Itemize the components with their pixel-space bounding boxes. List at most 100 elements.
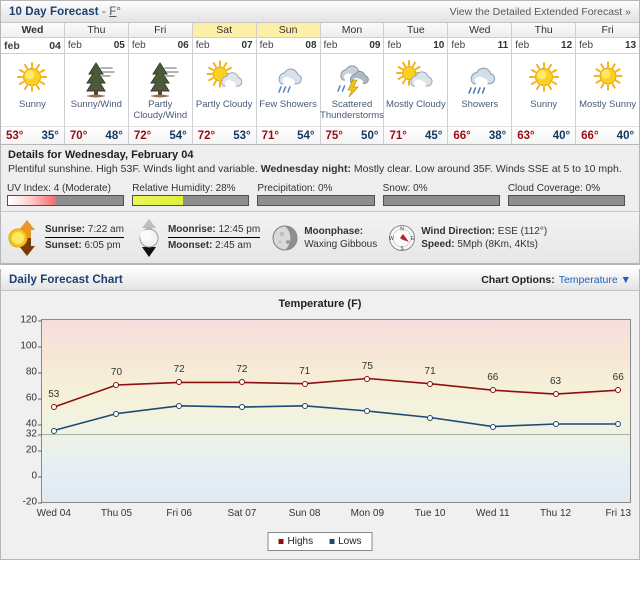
moonphase-value: Waxing Gibbous: [304, 238, 378, 250]
sun-icon: [17, 62, 48, 92]
meter-track: [7, 195, 125, 206]
chart-options-dropdown[interactable]: Temperature ▼: [559, 274, 631, 286]
data-point-lows-6[interactable]: [427, 414, 434, 421]
day-temps: 72° 54°: [128, 126, 192, 144]
partly-cloudy-icon: [206, 60, 243, 88]
moonrise-row: Moonrise: 12:45 pm: [167, 223, 261, 238]
data-point-lows-9[interactable]: [615, 421, 622, 427]
legend-item-lows[interactable]: Lows: [329, 536, 361, 547]
data-point-highs-3[interactable]: [238, 379, 245, 386]
data-point-highs-7[interactable]: [489, 387, 496, 394]
data-point-lows-1[interactable]: [113, 410, 120, 417]
day-date: 10: [433, 40, 445, 51]
day-column-thu-12[interactable]: Thu feb 12 Sunny 63° 40°: [512, 23, 577, 144]
moonrise-value: 12:45 pm: [218, 224, 261, 235]
day-temps: 66° 40°: [576, 126, 640, 144]
day-column-thu-05[interactable]: Thu feb 05 Sunny/Wind 70° 48°: [64, 23, 129, 144]
sun-wind-icon: [86, 62, 116, 98]
detailed-forecast-link[interactable]: View the Detailed Extended Forecast »: [450, 6, 631, 18]
data-point-highs-0[interactable]: [50, 404, 57, 411]
moon-phase-icon: [272, 225, 298, 250]
meter-label: UV Index: 4 (Moderate): [7, 183, 111, 194]
data-point-highs-6[interactable]: [427, 380, 434, 387]
day-date-bar: feb 09: [320, 38, 384, 54]
moonphase-text: Moonphase: Waxing Gibbous: [304, 225, 377, 251]
legend-item-highs[interactable]: Highs: [278, 536, 313, 547]
day-low-temp: 40°: [552, 129, 571, 142]
data-point-lows-3[interactable]: [238, 404, 245, 411]
data-point-highs-5[interactable]: [364, 375, 371, 382]
day-month: feb: [387, 40, 402, 51]
day-columns: Wed feb 04 Sunny 53° 35° Thu feb 05 Sunny/Wind 70°…: [1, 23, 640, 144]
conditions-meters: UV Index: 4 (Moderate) Relative Humidity:…: [1, 181, 639, 212]
day-month: feb: [515, 40, 530, 51]
data-label-highs-5: 75: [361, 360, 373, 372]
x-axis-tick: Thu 12: [539, 508, 572, 519]
sunset-row: Sunset: 6:05 pm: [45, 239, 124, 252]
day-temps: 66° 38°: [448, 126, 512, 144]
data-label-highs-9: 66: [612, 372, 624, 384]
day-column-sun-08[interactable]: Sun feb 08 Few Showers 71° 54°: [256, 23, 321, 144]
day-date: 13: [624, 40, 637, 51]
day-low-temp: 54°: [297, 129, 315, 142]
day-condition: Partly Cloudy/Wind: [133, 99, 188, 121]
data-point-lows-5[interactable]: [364, 408, 371, 414]
day-high-temp: 70°: [69, 129, 88, 142]
day-low-temp: 50°: [361, 129, 379, 142]
data-point-lows-0[interactable]: [50, 427, 57, 434]
day-of-week: Mon: [320, 23, 384, 38]
day-high-temp: 71°: [261, 129, 280, 142]
data-label-highs-3: 72: [236, 364, 248, 376]
chart-plot-area: 120 100 80 60 40 32 20 0 -20 Wed 04 Thu 05 Fri 06 Sa…: [20, 315, 631, 520]
day-date-bar: feb 05: [64, 38, 128, 54]
day-high-temp: 66°: [581, 129, 599, 142]
daily-forecast-chart-panel: Daily Forecast Chart Chart Options: Tempe…: [0, 269, 640, 560]
data-point-highs-8[interactable]: [552, 391, 559, 398]
meter-plain: Cloud Coverage: 0%: [507, 183, 633, 206]
day-condition: Sunny: [18, 99, 46, 110]
unit-toggle[interactable]: - F°: [99, 6, 121, 18]
meter-fill: [133, 196, 183, 205]
data-label-highs-0: 53: [48, 389, 60, 401]
day-column-sat-07[interactable]: Sat feb 07 Partly Cloudy 72° 53°: [192, 23, 257, 144]
meter-track: [132, 195, 250, 206]
day-date: 09: [369, 40, 381, 51]
moonrise-label: Moonrise:: [167, 224, 216, 235]
day-date-bar: feb 08: [256, 38, 320, 54]
chart-panel-title: Daily Forecast Chart: [9, 273, 123, 286]
day-low-temp: 38°: [488, 129, 507, 142]
x-axis-tick: Wed 11: [476, 508, 510, 519]
meter-label: Cloud Coverage: 0%: [507, 183, 601, 194]
y-axis-tick: 20: [26, 445, 43, 456]
day-month: feb: [4, 39, 20, 52]
data-point-lows-4[interactable]: [301, 402, 308, 409]
day-condition: Few Showers: [259, 99, 317, 110]
y-axis-tick: 120: [20, 315, 42, 326]
data-point-highs-2[interactable]: [176, 379, 183, 386]
day-month: feb: [323, 40, 338, 51]
data-point-highs-9[interactable]: [615, 387, 622, 394]
day-column-mon-09[interactable]: Mon feb 09 Scattered Thunderstorms 75° 50°: [320, 23, 385, 144]
moon-times-group: Moonrise: 12:45 pm Moonset: 2:45 am: [134, 218, 261, 258]
day-date-bar: feb 13: [576, 38, 640, 54]
day-column-fri-06[interactable]: Fri feb 06 Partly Cloudy/Wind 72° 54°: [128, 23, 193, 144]
data-point-highs-1[interactable]: [113, 382, 120, 388]
day-low-temp: 35°: [41, 129, 59, 142]
day-of-week: Wed: [1, 23, 64, 38]
y-axis-tick: 60: [26, 393, 43, 404]
data-point-lows-2[interactable]: [176, 402, 183, 409]
mostly-cloudy-icon: [395, 60, 433, 87]
chart-options-value: Temperature: [558, 273, 618, 286]
data-point-lows-8[interactable]: [552, 421, 559, 427]
day-column-wed-11[interactable]: Wed feb 11 Showers 66° 38°: [448, 23, 513, 144]
day-column-fri-13[interactable]: Fri feb 13 Mostly Sunny 66° 40°: [576, 23, 640, 144]
day-date-bar: feb 07: [192, 38, 256, 54]
chart-legend: Highs Lows: [267, 532, 373, 551]
day-column-tue-10[interactable]: Tue feb 10 Mostly Cloudy 71° 45°: [384, 23, 449, 144]
data-point-lows-7[interactable]: [489, 423, 496, 430]
day-temps: 71° 54°: [256, 126, 320, 144]
moonrise-moonset-icon: [139, 218, 159, 257]
day-column-wed-04[interactable]: Wed feb 04 Sunny 53° 35°: [1, 23, 65, 144]
data-point-highs-4[interactable]: [301, 380, 308, 387]
mostly-sunny-icon: [593, 61, 623, 91]
